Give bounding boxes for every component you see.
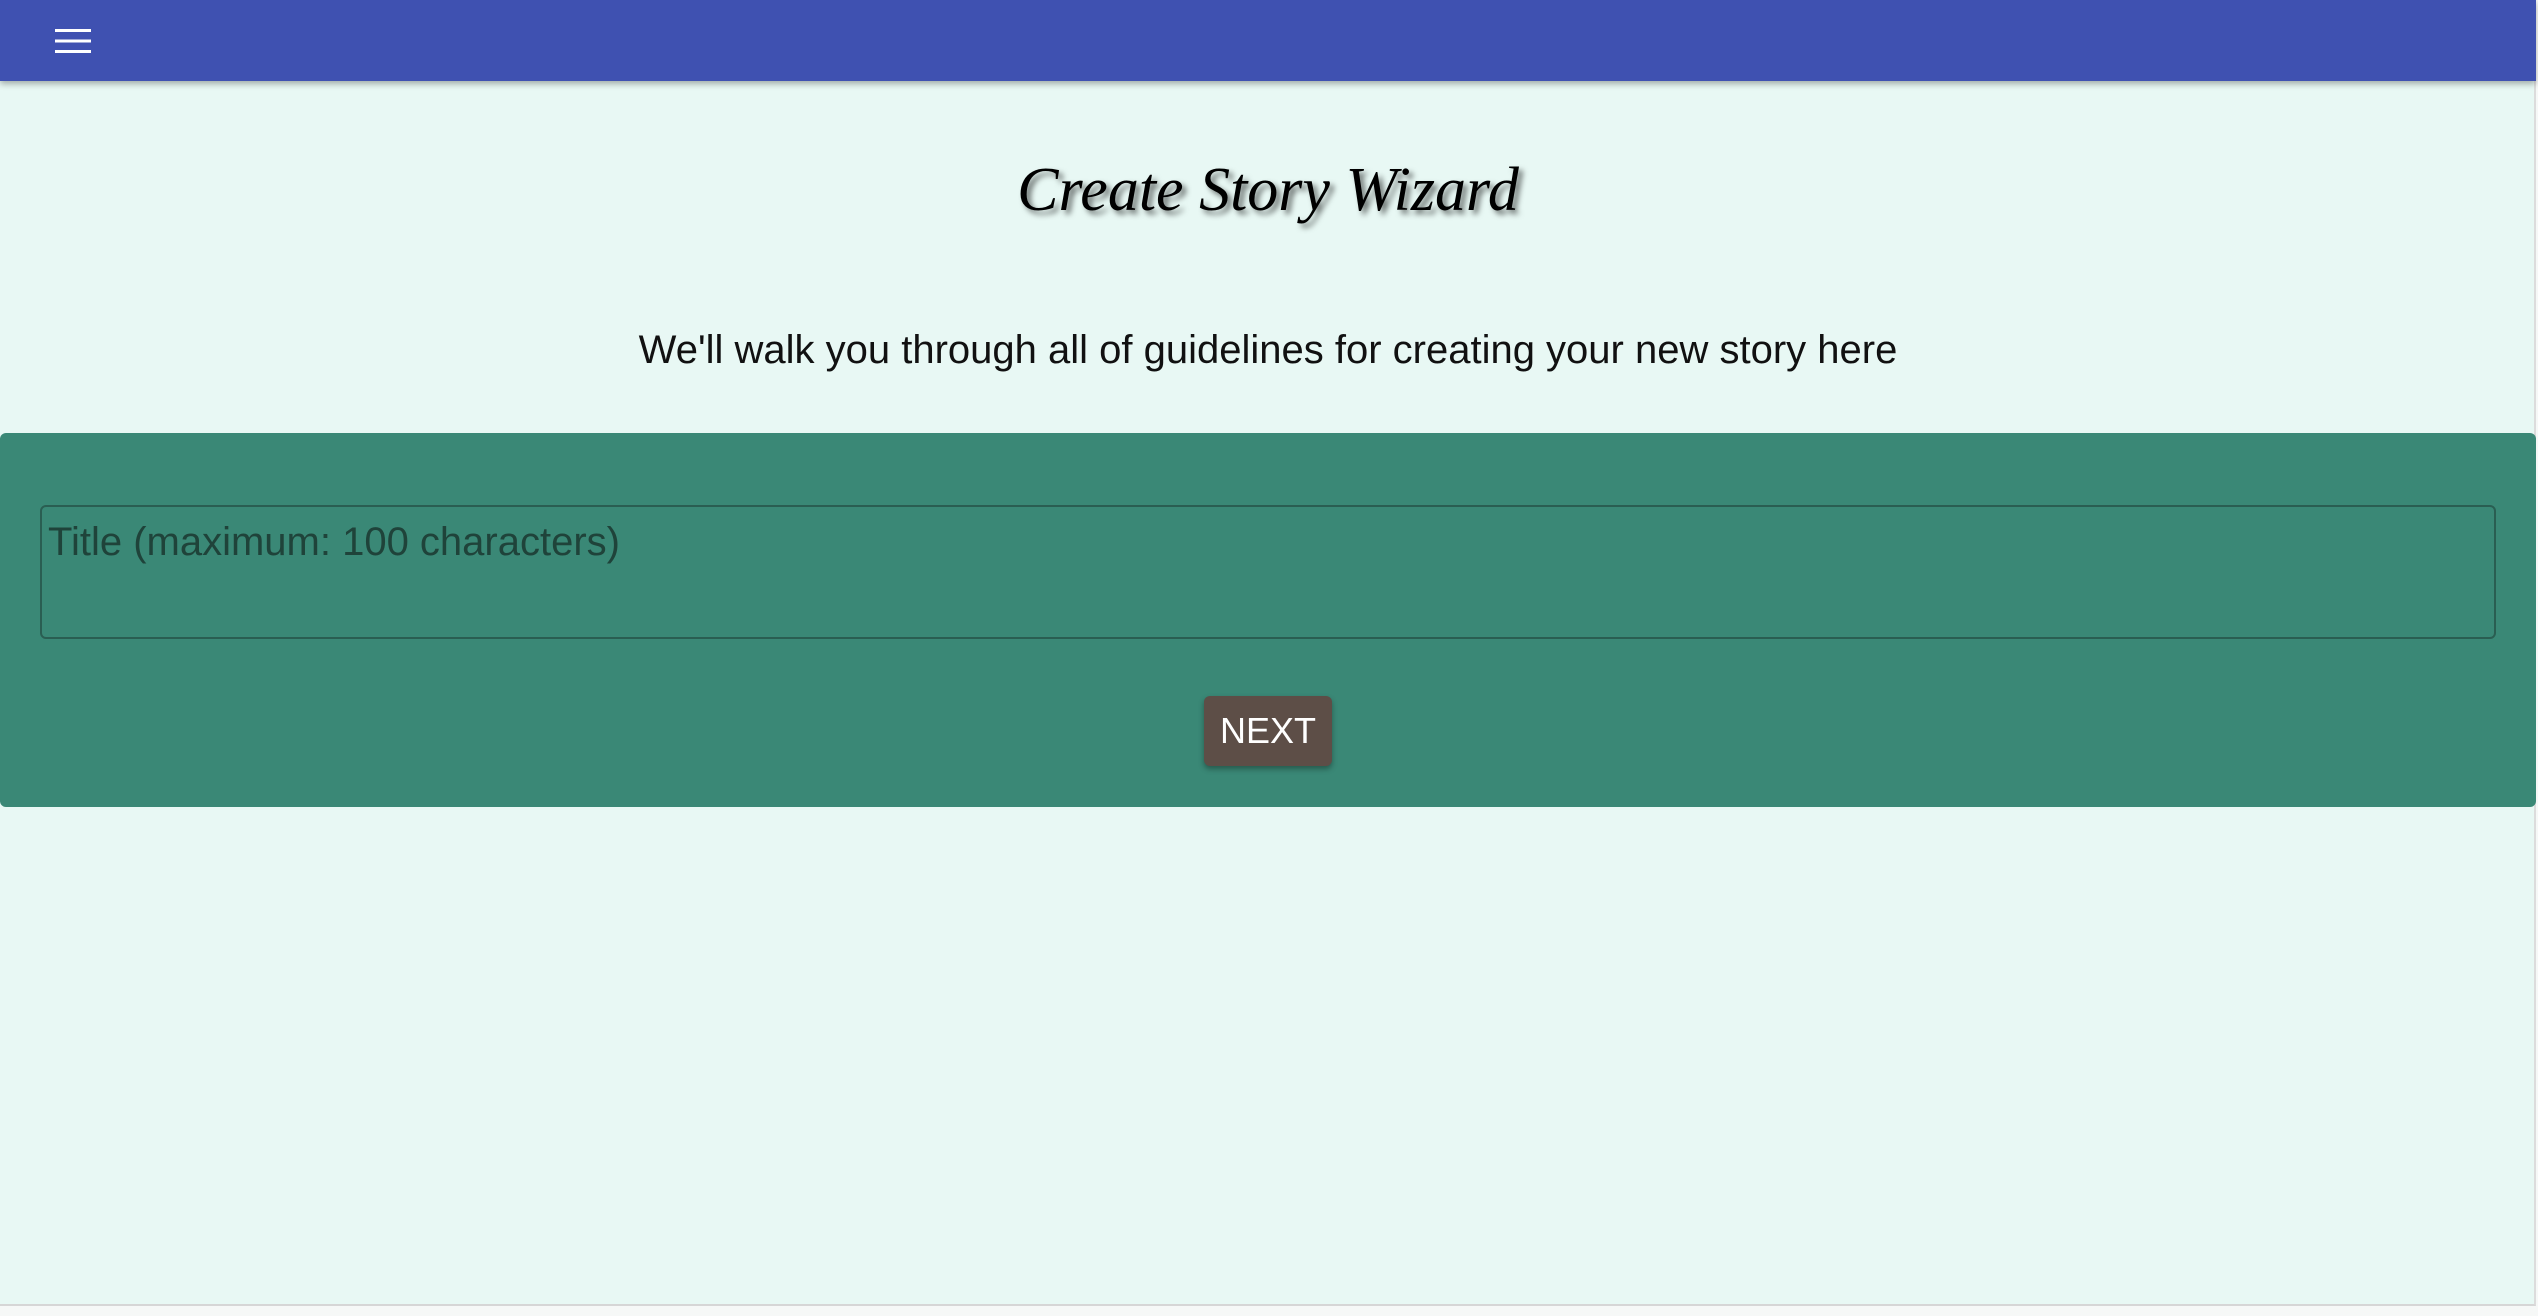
story-title-input[interactable] xyxy=(40,505,2496,639)
hamburger-menu-icon xyxy=(55,29,91,53)
next-button[interactable]: NEXT xyxy=(1204,696,1332,766)
page-subtitle: We'll walk you through all of guidelines… xyxy=(638,328,1898,372)
story-form-panel: NEXT xyxy=(0,433,2536,807)
top-app-bar xyxy=(0,0,2536,81)
app-window: Create Story Wizard We'll walk you throu… xyxy=(0,0,2536,1306)
menu-button[interactable] xyxy=(40,16,106,66)
page-title: Create Story Wizard xyxy=(1017,156,1519,224)
